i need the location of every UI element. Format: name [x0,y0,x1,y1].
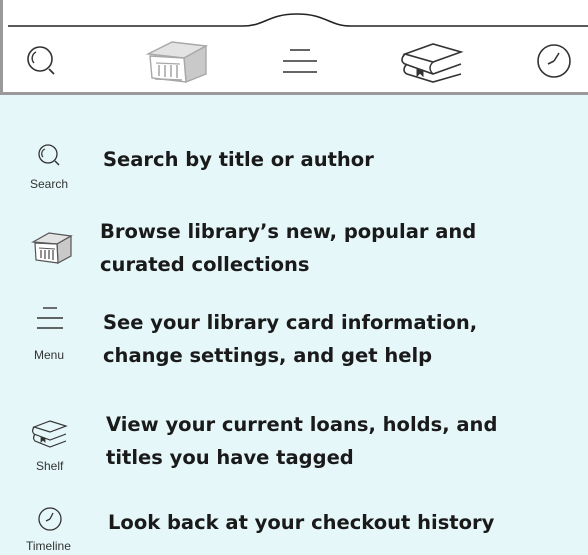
legend-icon-label: Search [30,177,69,191]
description-line: titles you have tagged [106,446,354,469]
description-line: View your current loans, holds, and [106,413,498,436]
shelf-books-icon [31,420,68,448]
legend-description: View your current loans, holds, and titl… [106,408,497,474]
description-line: Look back at your checkout history [108,511,495,534]
description-line: Search by title or author [103,148,374,171]
legend-icon-label: Timeline [26,539,71,553]
menu-icon [37,307,63,329]
legend-icon-label: Menu [34,348,65,362]
shelf-books-icon [401,43,464,83]
search-icon [27,46,55,75]
nav-library-button[interactable] [131,34,221,88]
legend-icon-label: Shelf [36,459,64,473]
bottom-nav-bar [0,0,588,95]
timeline-clock-icon [38,507,62,531]
timeline-clock-icon [537,44,571,78]
legend-description: Search by title or author [103,143,374,176]
legend-description: Look back at your checkout history [108,506,494,539]
description-line: curated collections [100,253,310,276]
legend-description: Browse library’s new, popular and curate… [100,215,476,281]
nav-search-button[interactable] [17,34,67,88]
legend-description: See your library card information, chang… [103,306,477,372]
nav-menu-button[interactable] [275,34,325,88]
nav-shelf-button[interactable] [393,34,473,88]
nav-timeline-button[interactable] [529,34,579,88]
library-building-icon [31,232,73,264]
description-line: See your library card information, [103,311,478,334]
description-line: Browse library’s new, popular and [100,220,477,243]
menu-icon [283,49,317,73]
library-building-icon [145,41,209,84]
description-line: change settings, and get help [103,344,433,367]
search-icon [38,144,60,166]
